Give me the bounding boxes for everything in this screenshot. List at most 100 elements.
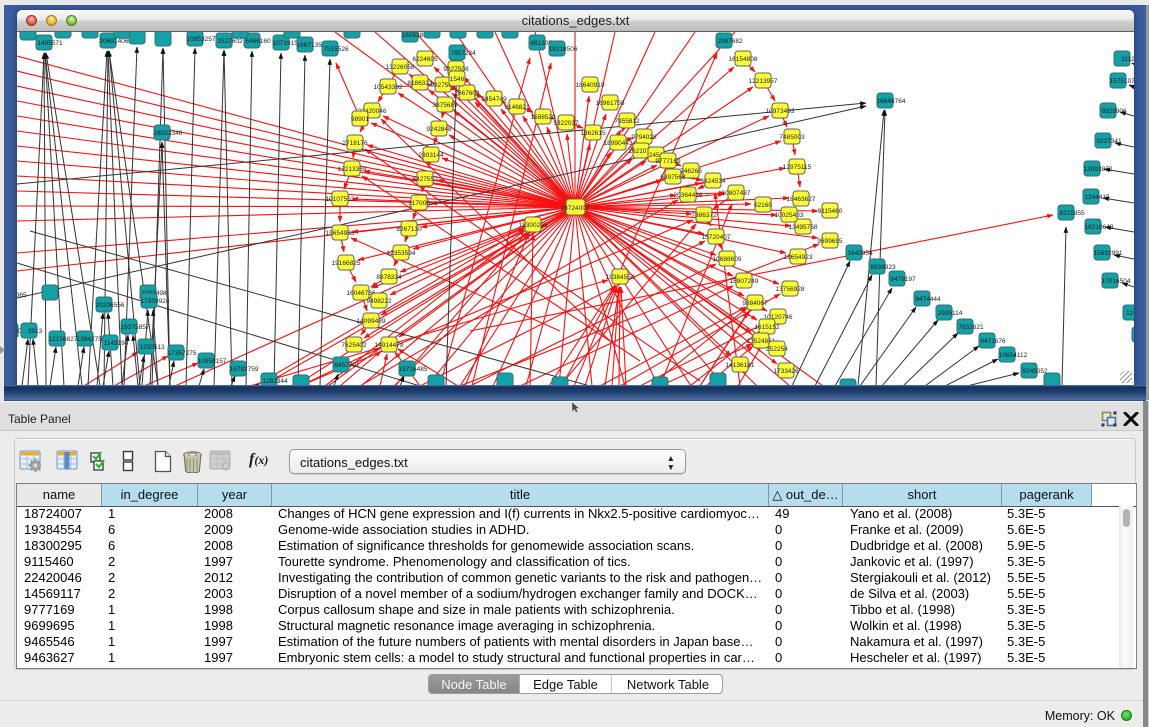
svg-text:1282344: 1282344: [262, 378, 288, 385]
svg-text:14136141: 14136141: [726, 362, 755, 369]
svg-text:10958157: 10958157: [198, 358, 227, 365]
svg-text:1546: 1546: [450, 76, 465, 83]
svg-text:12213369: 12213369: [338, 166, 367, 173]
svg-text:14914479: 14914479: [375, 342, 404, 349]
svg-text:7625402: 7625402: [341, 342, 367, 349]
svg-text:7485003: 7485003: [779, 134, 805, 141]
svg-text:2718176: 2718176: [342, 140, 368, 147]
svg-text:6224605: 6224605: [412, 56, 438, 63]
svg-text:28053346: 28053346: [154, 130, 183, 137]
svg-text:10973493: 10973493: [766, 108, 795, 115]
svg-text:1615152: 1615152: [754, 324, 780, 331]
svg-text:15720407: 15720407: [702, 234, 731, 241]
svg-text:2867608: 2867608: [454, 90, 480, 97]
svg-text:10543392: 10543392: [374, 84, 403, 91]
svg-text:19166825: 19166825: [332, 260, 361, 267]
svg-text:10654112: 10654112: [999, 352, 1028, 359]
svg-text:14099489: 14099489: [357, 318, 386, 325]
svg-text:317006: 317006: [408, 200, 430, 207]
svg-text:8938923: 8938923: [870, 264, 896, 271]
svg-text:19218506: 19218506: [549, 46, 578, 53]
svg-text:15751074: 15751074: [1110, 78, 1134, 85]
svg-text:12156827: 12156827: [49, 336, 78, 343]
svg-text:1145194: 1145194: [104, 340, 129, 347]
svg-text:9115460: 9115460: [818, 208, 843, 215]
svg-text:19384554: 19384554: [606, 274, 635, 281]
svg-text:9242848: 9242848: [426, 126, 452, 133]
svg-text:13942757: 13942757: [77, 336, 106, 343]
svg-text:12213957: 12213957: [749, 78, 778, 85]
svg-text:6466160: 6466160: [245, 38, 271, 45]
svg-text:9329906: 9329906: [1101, 108, 1127, 115]
svg-text:20206556: 20206556: [96, 302, 125, 309]
svg-text:13716485: 13716485: [399, 366, 428, 373]
svg-text:1250513: 1250513: [139, 344, 165, 351]
svg-text:7857234: 7857234: [450, 50, 476, 57]
svg-text:1733426: 1733426: [773, 368, 799, 375]
svg-text:10688609: 10688609: [713, 256, 742, 263]
svg-text:1527602: 1527602: [217, 38, 243, 45]
svg-text:8427552: 8427552: [412, 176, 438, 183]
svg-text:16961758: 16961758: [596, 100, 625, 107]
svg-text:9457791: 9457791: [334, 362, 360, 369]
svg-text:18463627: 18463627: [787, 196, 816, 203]
svg-text:1640954: 1640954: [847, 250, 873, 257]
svg-text:252254: 252254: [766, 346, 788, 353]
svg-text:3913: 3913: [28, 328, 43, 335]
svg-text:1588520: 1588520: [530, 114, 556, 121]
svg-text:10025433: 10025433: [775, 212, 804, 219]
svg-text:7955812: 7955812: [614, 118, 640, 125]
svg-text:19375857: 19375857: [121, 324, 150, 331]
svg-text:7632621: 7632621: [958, 324, 984, 331]
svg-text:5322037: 5322037: [553, 120, 579, 127]
svg-text:20691406: 20691406: [100, 38, 129, 45]
svg-text:16648764: 16648764: [877, 98, 906, 105]
svg-text:9498222: 9498222: [366, 298, 392, 305]
svg-text:20364436: 20364436: [674, 192, 703, 199]
svg-text:1362615: 1362615: [580, 130, 606, 137]
svg-text:16782759: 16782759: [230, 366, 259, 373]
svg-text:16210643: 16210643: [1085, 224, 1114, 231]
svg-text:19654923: 19654923: [784, 254, 813, 261]
svg-text:3875685: 3875685: [432, 102, 458, 109]
svg-text:6897568: 6897568: [660, 174, 686, 181]
svg-text:2935114: 2935114: [938, 310, 963, 317]
svg-text:16154808: 16154808: [729, 56, 758, 63]
svg-text:18990443: 18990443: [604, 140, 633, 147]
svg-text:2526065: 2526065: [17, 292, 27, 299]
svg-text:9884067: 9884067: [742, 300, 768, 307]
svg-text:3624534: 3624534: [700, 178, 726, 185]
svg-text:17359924: 17359924: [141, 298, 170, 305]
svg-text:17016504: 17016504: [1102, 278, 1131, 285]
svg-text:9777169: 9777169: [655, 158, 681, 165]
svg-text:6479197: 6479197: [890, 276, 916, 283]
svg-text:9227341: 9227341: [1096, 138, 1122, 145]
svg-text:1244415: 1244415: [1084, 194, 1110, 201]
svg-text:98901: 98901: [351, 116, 369, 123]
svg-text:10807487: 10807487: [722, 190, 751, 197]
svg-text:13226058: 13226058: [386, 64, 415, 71]
svg-text:18640910: 18640910: [576, 82, 605, 89]
svg-text:8267130: 8267130: [396, 226, 422, 233]
svg-text:8878334: 8878334: [376, 274, 402, 281]
svg-text:13756928: 13756928: [776, 286, 805, 293]
svg-text:13495758: 13495758: [789, 224, 818, 231]
svg-text:10853257: 10853257: [187, 36, 216, 43]
svg-text:12975115: 12975115: [783, 164, 812, 171]
svg-text:7886372: 7886372: [691, 212, 717, 219]
svg-text:9699695: 9699695: [817, 238, 843, 245]
svg-text:1112: 1112: [1121, 56, 1134, 63]
svg-text:16671355: 16671355: [297, 42, 326, 49]
svg-text:7515526: 7515526: [323, 46, 349, 53]
svg-text:18907249: 18907249: [730, 278, 759, 285]
svg-text:62160: 62160: [754, 202, 772, 209]
svg-text:9474444: 9474444: [915, 296, 941, 303]
svg-text:17357275: 17357275: [168, 350, 197, 357]
svg-text:12093872: 12093872: [1084, 166, 1113, 173]
svg-text:15692991: 15692991: [1094, 250, 1123, 257]
svg-text:9794028: 9794028: [631, 134, 657, 141]
svg-text:18724007: 18724007: [561, 205, 590, 212]
svg-text:2803144: 2803144: [418, 152, 444, 159]
svg-text:126753: 126753: [1126, 310, 1134, 317]
svg-text:1405571: 1405571: [37, 40, 63, 47]
